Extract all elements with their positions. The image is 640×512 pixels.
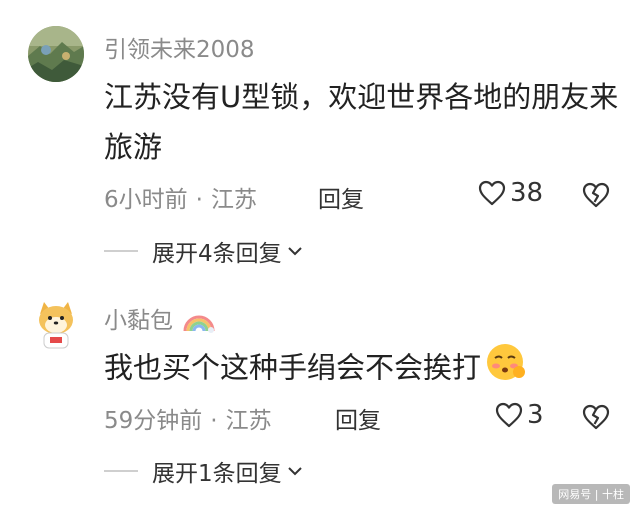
username-text: 小黏包	[104, 308, 173, 334]
username[interactable]: 小黏包	[104, 301, 216, 335]
comment-item: 小黏包 我也买个这种手绢会不会挨打 59分钟前 · 江苏 回复 3 展开1条回复	[0, 0, 640, 512]
heart-icon	[495, 402, 523, 428]
watermark-brand: 网易号	[558, 488, 592, 501]
shy-blushing-emoji-icon	[485, 342, 527, 397]
separator-dot: ·	[210, 408, 218, 434]
comment-text-row: 我也买个这种手绢会不会挨打	[104, 342, 624, 397]
rainbow-icon	[183, 315, 215, 333]
reply-button[interactable]: 回复	[335, 401, 381, 435]
expand-replies-label: 展开1条回复	[152, 461, 282, 487]
comment-text: 我也买个这种手绢会不会挨打	[104, 350, 482, 385]
chevron-down-icon	[287, 467, 302, 476]
like-button[interactable]: 3	[495, 400, 544, 430]
watermark-author: 十柱	[602, 488, 624, 501]
watermark-separator: |	[594, 488, 602, 501]
dislike-button[interactable]	[582, 404, 610, 434]
divider-line	[104, 470, 138, 472]
cartoon-dog-avatar-icon	[28, 296, 84, 352]
expand-replies-button[interactable]: 展开1条回复	[104, 454, 304, 488]
comment-time: 59分钟前	[104, 408, 203, 434]
comment-location: 江苏	[225, 408, 272, 434]
watermark: 网易号 | 十柱	[552, 484, 630, 504]
like-count: 3	[527, 400, 544, 430]
avatar[interactable]	[28, 296, 84, 352]
comment-meta: 59分钟前 · 江苏	[104, 401, 272, 435]
broken-heart-icon	[582, 404, 610, 430]
